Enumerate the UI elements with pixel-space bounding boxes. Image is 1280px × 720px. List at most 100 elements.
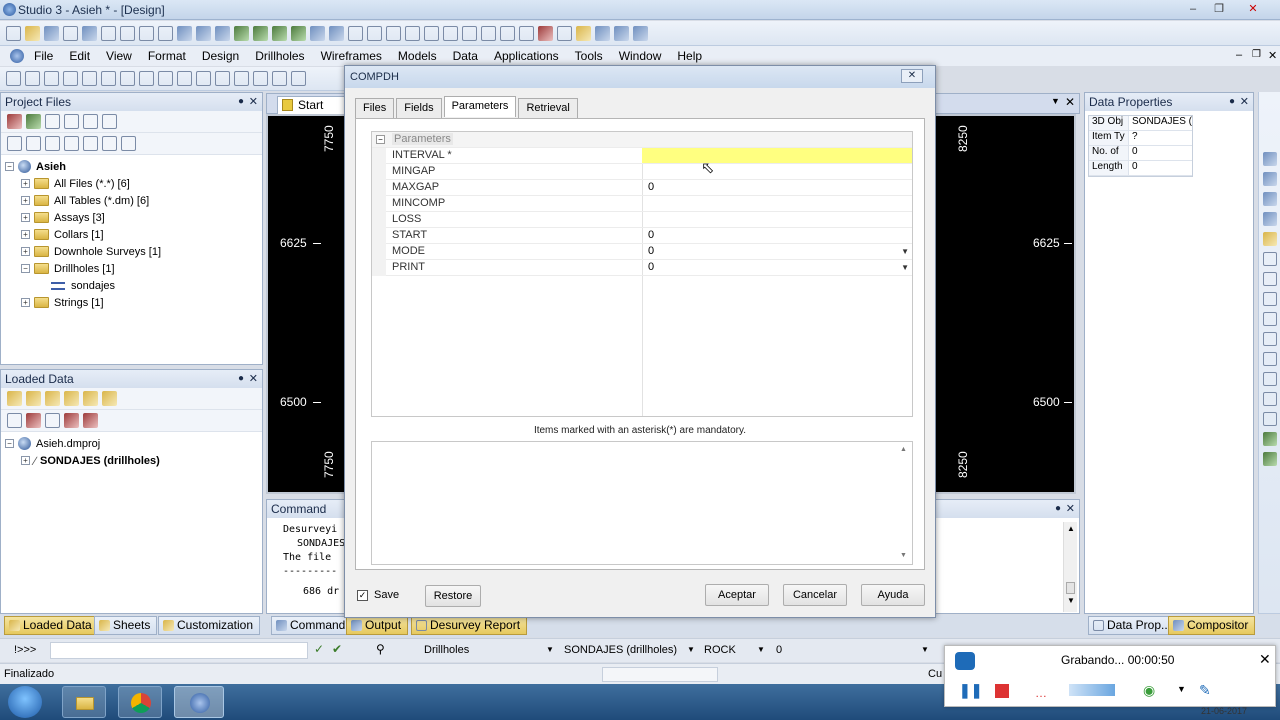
pin-icon[interactable]: ● (1055, 500, 1061, 518)
tree-expander[interactable]: − (21, 264, 30, 273)
tree-expander[interactable]: + (21, 179, 30, 188)
select-4-icon[interactable] (291, 25, 306, 41)
search-icon[interactable]: ⚲ (376, 642, 385, 656)
tree-item[interactable]: + All Files (*.*) [6] (5, 175, 262, 192)
cancelar-button[interactable]: Cancelar (783, 584, 847, 606)
tree-expander[interactable]: + (21, 196, 30, 205)
move-2-icon[interactable] (253, 71, 268, 86)
tool-8-icon[interactable] (45, 136, 60, 151)
menu-view[interactable]: View (98, 49, 140, 63)
scroll-down-icon[interactable]: ▼ (900, 552, 907, 559)
loaded-root[interactable]: − Asieh.dmproj (5, 435, 262, 452)
save-icon[interactable] (44, 25, 59, 41)
tree-expander[interactable]: + (21, 213, 30, 222)
check-icon[interactable]: ✓ (314, 642, 324, 656)
warning-icon[interactable] (1263, 232, 1277, 246)
tree-item[interactable]: sondajes (5, 277, 262, 294)
chevron-down-icon[interactable]: ▼ (687, 645, 695, 654)
param-value-field[interactable] (642, 212, 912, 227)
doc-minimize-button[interactable]: – (1236, 49, 1242, 61)
view-icon[interactable] (177, 25, 192, 41)
unload-icon[interactable] (26, 413, 41, 428)
tab-fields[interactable]: Fields (396, 98, 442, 119)
tree-item[interactable]: + Strings [1] (5, 294, 262, 311)
section-7-icon[interactable] (1263, 452, 1277, 466)
tree-expander[interactable]: + (21, 456, 30, 465)
delete-2-icon[interactable] (83, 413, 98, 428)
tool-icon[interactable] (7, 114, 22, 129)
chevron-down-icon[interactable]: ▼ (901, 263, 909, 272)
menu-file[interactable]: File (26, 49, 61, 63)
tool-2-icon[interactable] (45, 114, 60, 129)
cut-icon[interactable] (63, 25, 78, 41)
start-button[interactable] (8, 686, 42, 718)
tree-expander[interactable]: − (5, 439, 14, 448)
snap-2-icon[interactable] (329, 25, 344, 41)
select-icon[interactable] (234, 25, 249, 41)
tab-parameters[interactable]: Parameters (443, 96, 517, 117)
snap-9-icon[interactable] (462, 25, 477, 41)
maximize-button[interactable]: ❐ (1206, 2, 1232, 17)
taskbar-studio[interactable] (174, 686, 224, 718)
doc-restore-button[interactable]: ❐ (1252, 49, 1261, 60)
aceptar-button[interactable]: Aceptar (705, 584, 769, 606)
select-3-icon[interactable] (272, 25, 287, 41)
more-icon[interactable]: … (1035, 686, 1047, 700)
measure-icon[interactable] (158, 71, 173, 86)
close-icon[interactable]: ✕ (1066, 500, 1075, 518)
param-value-field[interactable]: 0 ▼ (642, 260, 912, 275)
param-row-loss[interactable]: LOSS (372, 212, 912, 228)
command-scrollbar[interactable]: ▲ ▼ (1063, 522, 1077, 612)
snap-10-icon[interactable] (481, 25, 496, 41)
align-icon[interactable] (272, 71, 287, 86)
doc-close-button[interactable]: ✕ (1268, 49, 1277, 62)
checkbox-icon[interactable]: ✓ (357, 589, 368, 601)
tool-7-icon[interactable] (26, 136, 41, 151)
menu-drillholes[interactable]: Drillholes (247, 49, 312, 63)
stop-icon[interactable] (576, 25, 591, 41)
section-4-icon[interactable] (1263, 392, 1277, 406)
close-icon[interactable]: ✕ (1240, 93, 1249, 111)
tab-compositor[interactable]: Compositor (1168, 616, 1256, 635)
scroll-up-icon[interactable]: ▲ (900, 446, 907, 453)
tab-output[interactable]: Output (346, 616, 409, 635)
snap-8-icon[interactable] (443, 25, 458, 41)
pause-icon[interactable] (557, 25, 572, 41)
param-row-start[interactable]: START 0 (372, 228, 912, 244)
filter-3-icon[interactable] (139, 25, 154, 41)
grid-icon[interactable] (595, 25, 610, 41)
stop-icon[interactable] (995, 684, 1009, 698)
refresh-icon[interactable] (26, 114, 41, 129)
grid-3-icon[interactable] (633, 25, 648, 41)
pin-icon[interactable]: ● (1229, 93, 1235, 111)
param-value-field[interactable]: 0 ▼ (642, 244, 912, 259)
taskbar-explorer[interactable] (62, 686, 106, 718)
snap-12-icon[interactable] (519, 25, 534, 41)
measure-2-icon[interactable] (177, 71, 192, 86)
collapse-icon[interactable]: − (376, 135, 385, 144)
section-5-icon[interactable] (1263, 412, 1277, 426)
tab-command[interactable]: Command (271, 616, 353, 635)
param-row-maxgap[interactable]: MAXGAP 0 (372, 180, 912, 196)
arrow-right-icon[interactable] (1263, 312, 1277, 326)
snap-11-icon[interactable] (500, 25, 515, 41)
tool-3-icon[interactable] (64, 114, 79, 129)
query-icon[interactable] (45, 413, 60, 428)
load-2-icon[interactable] (26, 391, 41, 406)
rect-4-icon[interactable] (120, 71, 135, 86)
measure-3-icon[interactable] (196, 71, 211, 86)
ayuda-button[interactable]: Ayuda (861, 584, 925, 606)
object-select[interactable]: SONDAJES (drillholes) (564, 644, 677, 656)
snap-7-icon[interactable] (424, 25, 439, 41)
tab-data-properties[interactable]: Data Prop... (1088, 616, 1179, 635)
param-row-mode[interactable]: MODE 0 ▼ (372, 244, 912, 260)
tool-6-icon[interactable] (7, 136, 22, 151)
move-icon[interactable] (234, 71, 249, 86)
load-5-icon[interactable] (83, 391, 98, 406)
new-icon[interactable] (6, 25, 21, 41)
param-value-field[interactable]: 0 (642, 228, 912, 243)
chevron-down-icon[interactable]: ▼ (757, 645, 765, 654)
rect-5-icon[interactable] (139, 71, 154, 86)
volume-icon[interactable] (1069, 684, 1115, 696)
filter-2-icon[interactable] (120, 25, 135, 41)
